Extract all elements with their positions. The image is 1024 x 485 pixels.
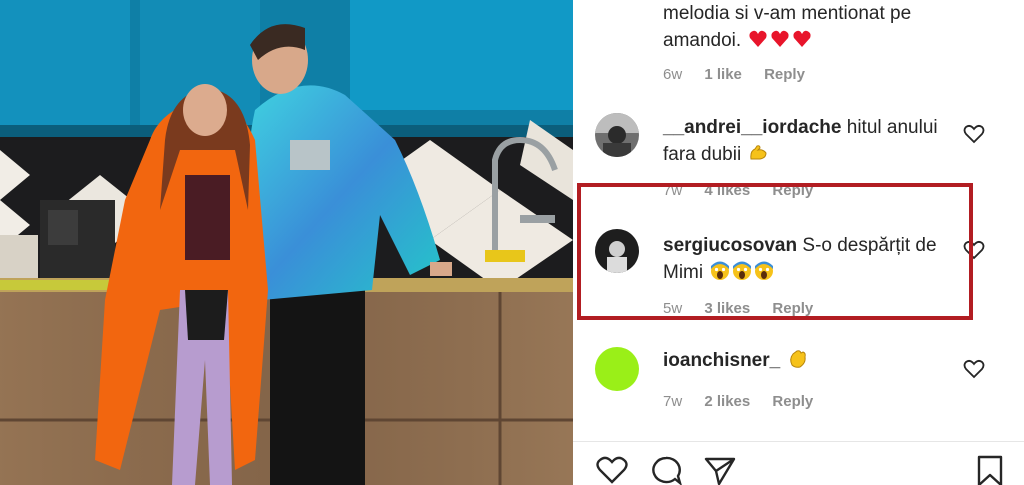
comment-time[interactable]: 7w [663,393,682,410]
comment-meta: 7w 2 likes Reply [663,393,831,410]
likes-count[interactable]: 2 likes [704,393,750,410]
heart-icon[interactable] [595,455,629,485]
likes-count[interactable]: 1 like [704,66,742,83]
avatar[interactable] [595,113,639,157]
comment-username[interactable]: __andrei__iordache [663,117,841,138]
comment-time[interactable]: 6w [663,66,682,83]
avatar-image [595,113,639,157]
like-heart-icon[interactable] [963,359,985,379]
share-icon[interactable] [703,455,737,485]
red-heart-icon [771,30,790,47]
comment-meta: 6w 1 like Reply [663,66,823,83]
comment-icon[interactable] [649,455,683,485]
clapping-hands-icon [789,350,806,368]
comment-username[interactable]: ioanchisner_ [663,350,780,371]
bookmark-icon[interactable] [976,455,1004,485]
post-photo[interactable] [0,0,573,485]
red-heart-icon [793,30,812,47]
reply-button[interactable]: Reply [764,66,805,83]
like-heart-icon[interactable] [963,124,985,144]
comment-text: __andrei__iordache hitul anului fara dub… [663,117,938,165]
comment-text: ioanchisner_ [663,347,953,374]
post-action-bar [573,452,1024,485]
avatar[interactable] [595,347,639,391]
divider [573,441,1024,442]
highlight-frame [577,183,973,320]
comment-text: melodia si v-am mentionat pe amandoi. [663,3,912,51]
red-heart-icon [749,30,768,47]
reply-button[interactable]: Reply [772,393,813,410]
photo-image [0,0,573,485]
flexed-biceps-icon [750,145,767,160]
